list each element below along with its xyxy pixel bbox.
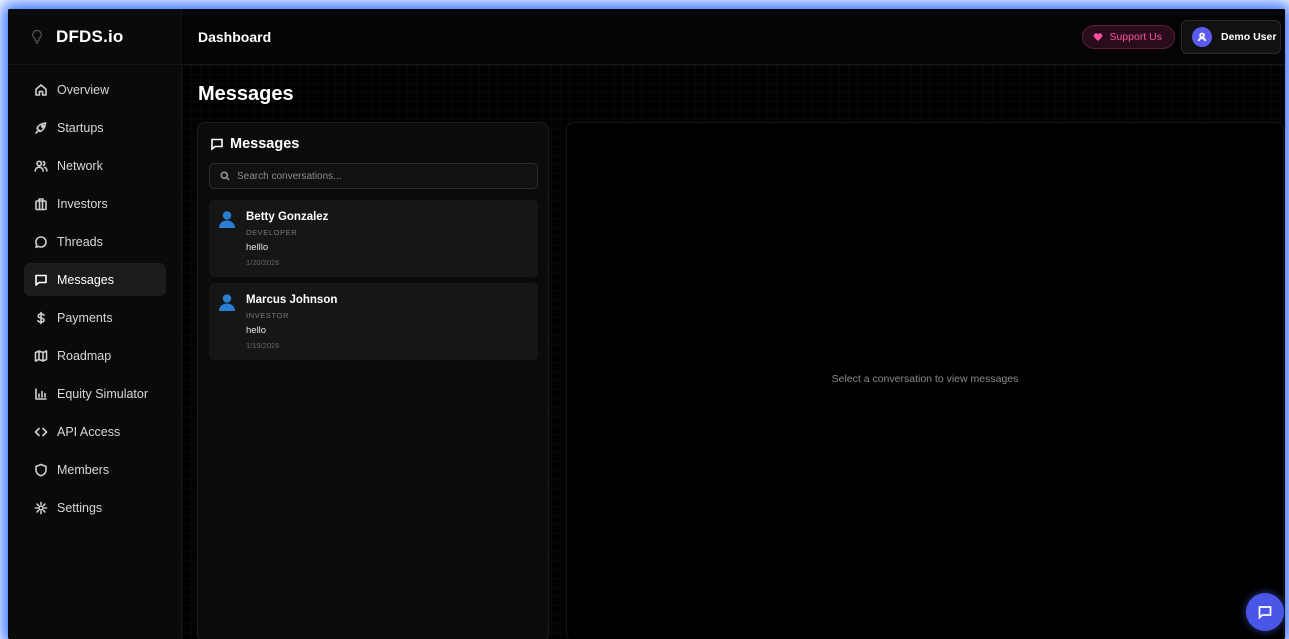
conversations-header: Messages	[210, 136, 299, 152]
map-icon	[34, 349, 48, 363]
bar-chart-icon	[34, 387, 48, 401]
message-square-icon	[211, 138, 223, 151]
conversation-item[interactable]: Marcus Johnson INVESTOR hello 1/19/2026	[209, 283, 538, 360]
heart-icon	[1094, 33, 1103, 41]
sidebar-item-label: Messages	[57, 272, 114, 287]
sidebar-item-label: Startups	[57, 120, 104, 135]
search-box[interactable]	[209, 163, 538, 189]
main-content: Messages Messages Betty Gonzalez DEVELOP…	[182, 65, 1285, 639]
conversations-panel: Messages Betty Gonzalez DEVELOPER helllo…	[197, 122, 549, 639]
search-input[interactable]	[237, 170, 527, 182]
sidebar-item-label: API Access	[57, 424, 121, 439]
page-title: Messages	[198, 83, 294, 105]
support-us-label: Support Us	[1109, 31, 1162, 43]
sidebar-item-label: Equity Simulator	[57, 386, 149, 401]
sidebar-item-label: Roadmap	[57, 348, 112, 363]
avatar	[1192, 27, 1212, 47]
shield-icon	[34, 463, 48, 477]
building-icon	[34, 197, 48, 211]
sidebar-item-label: Overview	[57, 82, 110, 97]
home-icon	[34, 83, 48, 97]
sidebar-item-label: Investors	[57, 196, 108, 211]
lightbulb-icon	[32, 29, 42, 44]
support-us-button[interactable]: Support Us	[1082, 25, 1175, 49]
sidebar-nav: Overview Startups Network Investors Thre…	[8, 65, 181, 524]
sidebar-item-startups[interactable]: Startups	[24, 111, 166, 144]
sidebar: DFDS.io Overview Startups Network Invest…	[8, 9, 182, 639]
conversation-last-message: helllo	[246, 242, 269, 253]
conversation-list: Betty Gonzalez DEVELOPER helllo 1/20/202…	[209, 200, 538, 366]
conversation-name: Betty Gonzalez	[246, 211, 329, 223]
sidebar-item-network[interactable]: Network	[24, 149, 166, 182]
message-square-icon	[34, 273, 48, 287]
user-avatar-icon	[219, 294, 235, 311]
conversations-title: Messages	[230, 136, 300, 152]
dollar-icon	[34, 311, 48, 325]
conversation-last-message: hello	[246, 325, 267, 336]
sidebar-item-messages[interactable]: Messages	[24, 263, 166, 296]
user-avatar-icon	[219, 211, 235, 228]
conversation-name: Marcus Johnson	[246, 294, 338, 306]
code-icon	[34, 425, 48, 439]
sidebar-item-label: Members	[57, 462, 110, 477]
sidebar-item-payments[interactable]: Payments	[24, 301, 166, 334]
sidebar-item-overview[interactable]: Overview	[24, 73, 166, 106]
users-icon	[34, 159, 48, 173]
conversation-date: 1/20/2026	[246, 258, 280, 267]
chat-panel: Select a conversation to view messages	[566, 122, 1284, 639]
chat-fab-button[interactable]	[1246, 593, 1284, 631]
gear-icon	[34, 501, 48, 515]
chat-bubble-icon	[34, 235, 48, 249]
conversation-item[interactable]: Betty Gonzalez DEVELOPER helllo 1/20/202…	[209, 200, 538, 277]
header-title: Dashboard	[198, 28, 272, 45]
conversation-date: 1/19/2026	[246, 341, 280, 350]
sidebar-item-investors[interactable]: Investors	[24, 187, 166, 220]
sidebar-item-roadmap[interactable]: Roadmap	[24, 339, 166, 372]
sidebar-item-label: Threads	[57, 234, 103, 249]
user-icon	[1197, 32, 1207, 42]
sidebar-item-threads[interactable]: Threads	[24, 225, 166, 258]
sidebar-item-label: Network	[57, 158, 103, 173]
sidebar-item-settings[interactable]: Settings	[24, 491, 166, 524]
top-bar: Dashboard Support Us Demo User	[182, 9, 1285, 65]
user-menu-button[interactable]: Demo User	[1181, 20, 1281, 54]
sidebar-item-equity-simulator[interactable]: Equity Simulator	[24, 377, 166, 410]
brand-name: DFDS.io	[56, 26, 124, 46]
sidebar-item-api-access[interactable]: API Access	[24, 415, 166, 448]
empty-state-text: Select a conversation to view messages	[831, 373, 1019, 385]
conversation-role: INVESTOR	[246, 311, 290, 320]
user-name: Demo User	[1221, 31, 1277, 43]
rocket-icon	[34, 121, 48, 135]
brand[interactable]: DFDS.io	[8, 9, 181, 65]
message-square-icon	[1258, 606, 1272, 620]
sidebar-item-label: Payments	[57, 310, 113, 325]
sidebar-item-members[interactable]: Members	[24, 453, 166, 486]
app-window: DFDS.io Overview Startups Network Invest…	[8, 9, 1285, 639]
search-icon	[220, 171, 230, 181]
conversation-role: DEVELOPER	[246, 228, 298, 237]
sidebar-item-label: Settings	[57, 500, 103, 515]
